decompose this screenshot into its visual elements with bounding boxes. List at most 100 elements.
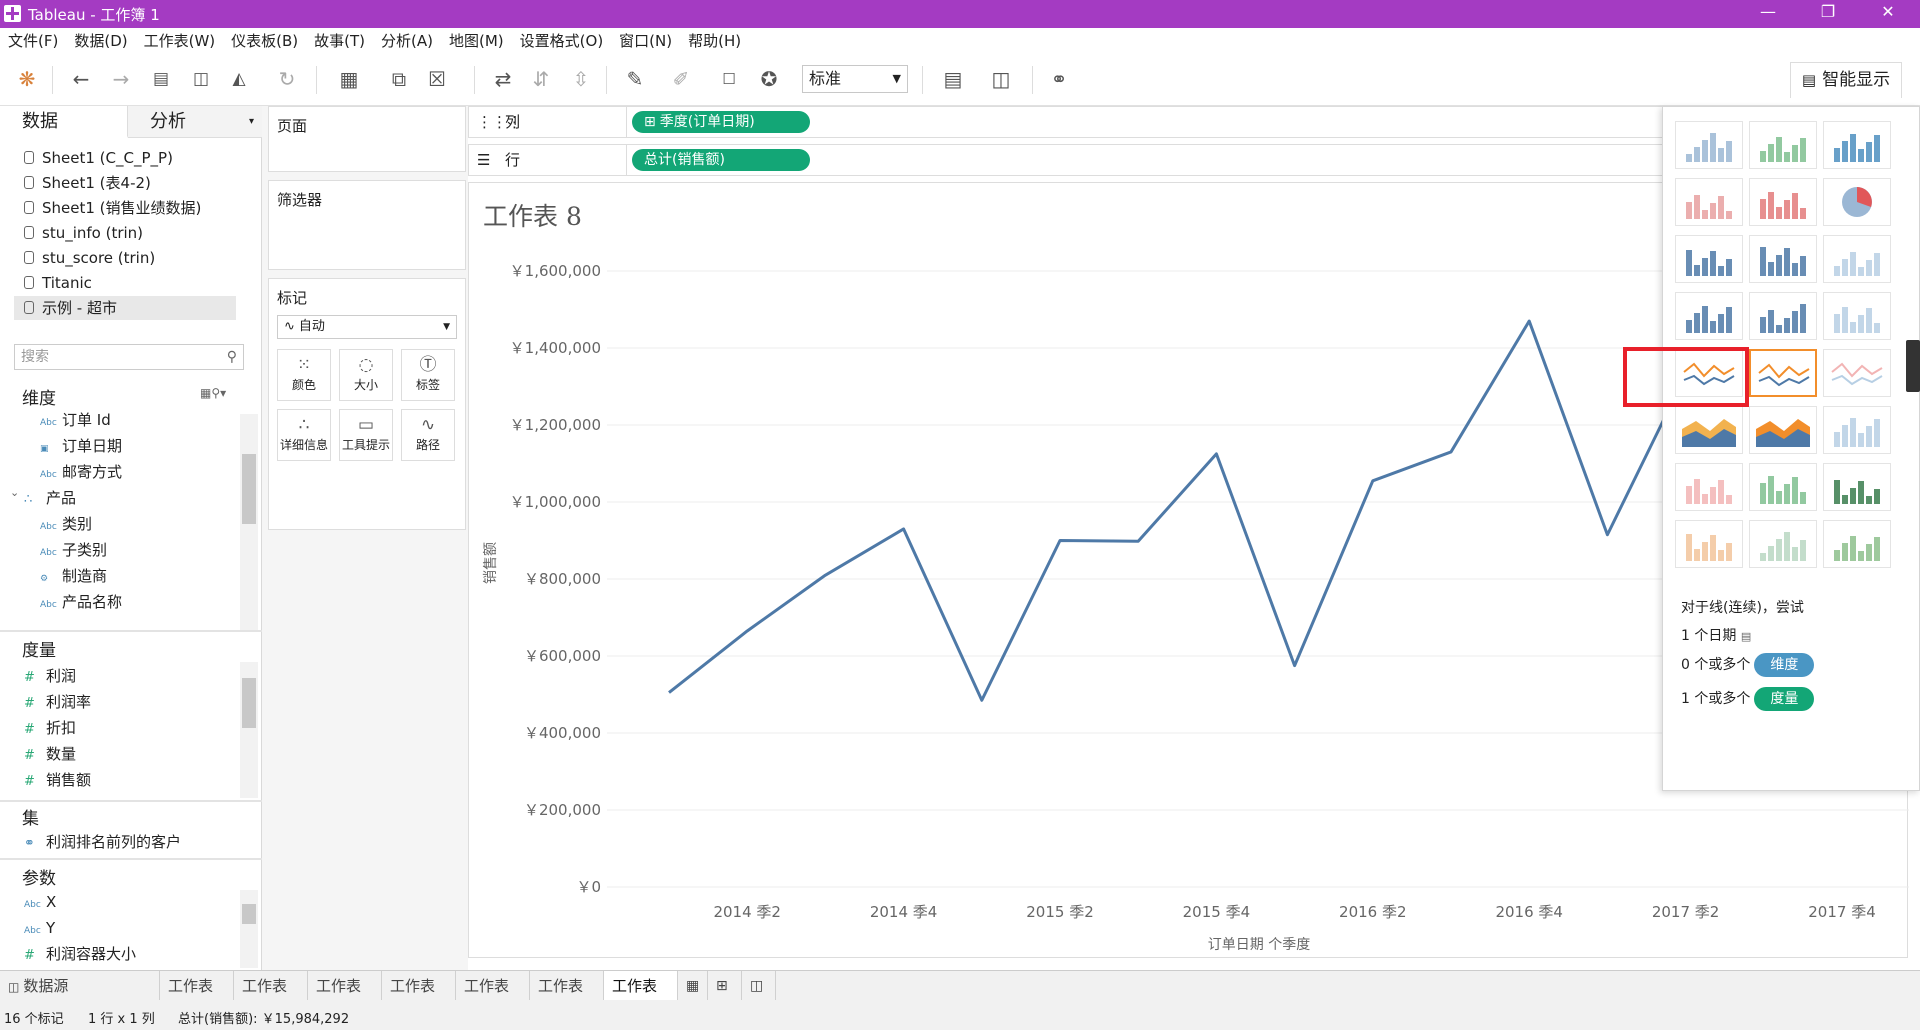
mark-button[interactable]: ∿ 路径 <box>401 409 455 461</box>
datasource-item[interactable]: Sheet1 (表4-2) <box>24 171 151 195</box>
datasource-item[interactable]: Titanic <box>24 271 92 295</box>
columns-pill[interactable]: ⊞ 季度(订单日期) <box>632 111 810 133</box>
chart-type-thumbnail[interactable] <box>1675 121 1743 169</box>
tableau-home-icon[interactable]: ❋ <box>14 66 40 92</box>
chart-type-thumbnail[interactable] <box>1749 121 1817 169</box>
chart-type-thumbnail[interactable] <box>1749 178 1817 226</box>
menu-item-5[interactable]: 分析(A) <box>381 28 433 54</box>
minimize-icon[interactable]: — <box>1748 2 1788 21</box>
chart-type-thumbnail[interactable] <box>1675 292 1743 340</box>
chart-type-thumbnail[interactable] <box>1749 463 1817 511</box>
menu-item-2[interactable]: 工作表(W) <box>144 28 216 54</box>
parameter-field[interactable]: Abc X <box>24 890 56 914</box>
mark-button[interactable]: ▭ 工具提示 <box>339 409 393 461</box>
smart-show-button[interactable]: ▤ 智能显示 <box>1790 62 1902 98</box>
search-field[interactable]: 搜索 ⚲ <box>14 344 244 370</box>
restore-icon[interactable]: ❐ <box>1808 2 1848 21</box>
menu-item-9[interactable]: 帮助(H) <box>688 28 741 54</box>
undo-icon[interactable]: ← <box>68 66 94 92</box>
pause-updates-icon[interactable]: ◭ <box>226 66 252 92</box>
mark-button[interactable]: ◌ 大小 <box>339 349 393 401</box>
tab-analysis[interactable]: 分析 ▾ <box>128 106 262 138</box>
duplicate-sheet-icon[interactable]: ⧉ <box>386 66 412 92</box>
measure-field[interactable]: # 数量 <box>24 742 76 766</box>
new-datasource-icon[interactable]: ◫ <box>188 66 214 92</box>
chart-type-thumbnail[interactable] <box>1675 463 1743 511</box>
parameter-field[interactable]: # 利润容器大小 <box>24 942 136 966</box>
mark-button[interactable]: ⁙ 颜色 <box>277 349 331 401</box>
tab-data[interactable]: 数据 <box>0 106 128 138</box>
dimension-field[interactable]: ⚙ 制造商 <box>40 564 107 588</box>
rows-pill[interactable]: 总计(销售额) <box>632 149 810 171</box>
datasource-item[interactable]: stu_score (trin) <box>24 246 155 270</box>
chart-type-thumbnail[interactable] <box>1823 292 1891 340</box>
menu-item-0[interactable]: 文件(F) <box>8 28 58 54</box>
chart-type-thumbnail[interactable] <box>1675 235 1743 283</box>
panel-handle[interactable] <box>1906 340 1920 392</box>
chart-type-thumbnail[interactable] <box>1749 520 1817 568</box>
chart-type-thumbnail[interactable] <box>1823 121 1891 169</box>
menu-item-8[interactable]: 窗口(N) <box>619 28 672 54</box>
dimension-field[interactable]: Abc 子类别 <box>40 538 107 562</box>
chart-type-thumbnail[interactable] <box>1823 520 1891 568</box>
save-icon[interactable]: ▤ <box>148 66 174 92</box>
menu-item-6[interactable]: 地图(M) <box>449 28 504 54</box>
menu-item-3[interactable]: 仪表板(B) <box>231 28 298 54</box>
share-icon[interactable]: ⚭ <box>1046 66 1072 92</box>
chart-type-thumbnail[interactable] <box>1823 406 1891 454</box>
new-dashboard-icon[interactable]: ⊞ <box>708 971 742 1001</box>
fit-select[interactable]: 标准 ▼ <box>802 65 908 93</box>
refresh-icon[interactable]: ↻ <box>274 66 300 92</box>
clear-sheet-icon[interactable]: ☒ <box>424 66 450 92</box>
dimension-field[interactable]: Abc 邮寄方式 <box>40 460 122 484</box>
menu-item-7[interactable]: 设置格式(O) <box>520 28 604 54</box>
dimension-scrollbar[interactable] <box>240 414 258 632</box>
sheet-tab[interactable]: 工作表 4 <box>308 971 382 1025</box>
chart-type-thumbnail[interactable] <box>1823 178 1891 226</box>
dimension-field[interactable]: ▣ 订单日期 <box>40 434 122 458</box>
chart-type-thumbnail[interactable] <box>1675 520 1743 568</box>
labels-icon[interactable]: ☐ <box>716 66 742 92</box>
highlight-icon[interactable]: ✎ <box>622 66 648 92</box>
sheet-tab[interactable]: 工作表 8 <box>604 971 678 1025</box>
set-item[interactable]: ⚭ 利润排名前列的客户 <box>24 830 181 854</box>
parameter-field[interactable]: Abc Y <box>24 916 55 940</box>
chart-type-thumbnail[interactable] <box>1823 235 1891 283</box>
datasource-item[interactable]: stu_info (trin) <box>24 221 143 245</box>
mark-button[interactable]: ∴ 详细信息 <box>277 409 331 461</box>
show-cards-icon[interactable]: ▤ <box>940 66 966 92</box>
new-worksheet-icon[interactable]: ▦ <box>678 971 708 1001</box>
measure-scrollbar[interactable] <box>240 662 258 798</box>
swap-icon[interactable]: ⇄ <box>490 66 516 92</box>
chart-type-thumbnail[interactable] <box>1823 463 1891 511</box>
rows-shelf[interactable]: ☰ 行 总计(销售额) <box>468 144 1690 176</box>
redo-icon[interactable]: → <box>108 66 134 92</box>
group-icon[interactable]: ✐ <box>668 66 694 92</box>
mark-type-select[interactable]: ∿ 自动 ▼ <box>277 315 457 339</box>
datasource-item[interactable]: Sheet1 (C_C_P_P) <box>24 146 173 170</box>
measure-field[interactable]: # 利润率 <box>24 690 91 714</box>
dimension-field[interactable]: Abc 类别 <box>40 512 92 536</box>
sort-desc-icon[interactable]: ⇳ <box>568 66 594 92</box>
dimension-field[interactable]: Abc 订单 Id <box>40 408 111 432</box>
sheet-tab[interactable]: 工作表 6 <box>456 971 530 1025</box>
sheet-tab[interactable]: 工作表 5 <box>382 971 456 1025</box>
expand-caret-icon[interactable]: ⌄ <box>10 486 19 499</box>
sheet-tab[interactable]: 工作表 7 <box>530 971 604 1025</box>
measure-field[interactable]: # 利润 <box>24 664 76 688</box>
measure-field[interactable]: # 折扣 <box>24 716 76 740</box>
datasource-item[interactable]: Sheet1 (销售业绩数据) <box>24 196 201 220</box>
sort-asc-icon[interactable]: ⇵ <box>528 66 554 92</box>
presentation-icon[interactable]: ◫ <box>988 66 1014 92</box>
columns-shelf[interactable]: ⋮⋮⋮ 列 ⊞ 季度(订单日期) <box>468 106 1690 138</box>
dimension-field[interactable]: Abc 产品名称 <box>40 590 122 614</box>
tab-datasource[interactable]: ◫ 数据源 <box>0 971 160 1001</box>
new-story-icon[interactable]: ◫ <box>742 971 776 1001</box>
param-scrollbar[interactable] <box>240 890 258 968</box>
dimension-tools-icon[interactable]: ▦⚲▾ <box>200 386 226 400</box>
close-icon[interactable]: ✕ <box>1868 2 1908 21</box>
filters-shelf[interactable]: 筛选器 <box>268 180 466 270</box>
pages-shelf[interactable]: 页面 <box>268 106 466 172</box>
new-sheet-icon[interactable]: ▦ <box>336 66 362 92</box>
chart-type-thumbnail[interactable] <box>1823 349 1891 397</box>
